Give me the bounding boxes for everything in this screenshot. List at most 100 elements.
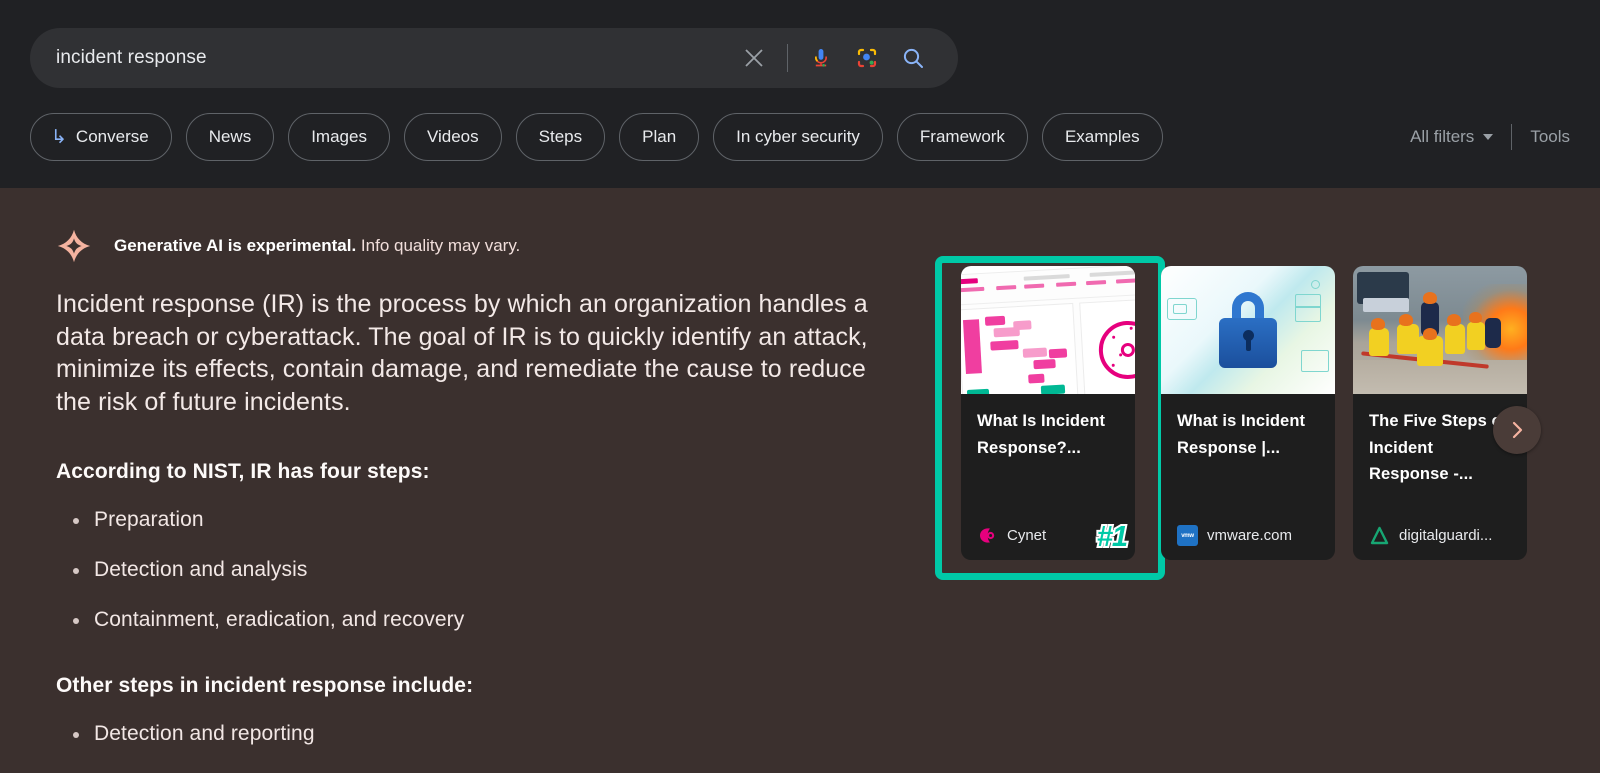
card-source: vmw vmware.com xyxy=(1177,525,1292,546)
chip-label: Examples xyxy=(1064,127,1140,146)
dash-col xyxy=(996,285,1017,291)
lens-glyph xyxy=(857,48,877,68)
photo-helmet xyxy=(1423,292,1437,304)
photo-firefighter-dark xyxy=(1485,318,1501,348)
search-actions xyxy=(731,35,958,81)
photo-helmet xyxy=(1469,312,1482,323)
vmware-logo-icon: vmw xyxy=(1177,525,1198,546)
photo-truck-side xyxy=(1363,298,1409,312)
photo-firefighter xyxy=(1445,324,1465,354)
other-steps-list: Detection and reporting Triage and analy… xyxy=(56,722,901,773)
source-card-vmware[interactable]: What is Incident Response |... vmw vmwar… xyxy=(1161,266,1335,560)
chip-videos[interactable]: Videos xyxy=(403,113,502,161)
rank-badge: #1 xyxy=(1095,521,1130,554)
deco-server xyxy=(1295,294,1321,322)
photo-helmet xyxy=(1447,314,1461,326)
dash-bigbar xyxy=(962,319,982,375)
chevron-down-icon xyxy=(1483,134,1494,140)
nist-steps-list: Preparation Detection and analysis Conta… xyxy=(56,508,901,632)
ai-subheading-nist: According to NIST, IR has four steps: xyxy=(56,460,430,483)
dash-node xyxy=(1013,320,1032,331)
chip-framework[interactable]: Framework xyxy=(896,113,1028,161)
microphone-icon[interactable] xyxy=(798,35,844,81)
chip-converse[interactable]: ↳ Converse xyxy=(30,113,172,161)
search-bar[interactable] xyxy=(30,28,958,88)
padlock-keyhole-stem xyxy=(1246,338,1251,351)
dash-node xyxy=(1028,373,1045,384)
list-item: Preparation xyxy=(56,508,901,532)
clear-icon[interactable] xyxy=(731,35,777,81)
microphone-glyph xyxy=(815,49,827,67)
chip-label: Images xyxy=(311,127,367,146)
card-body: What is Incident Response |... vmw vmwar… xyxy=(1161,394,1335,560)
card-source-name: vmware.com xyxy=(1207,527,1293,544)
deco-heart-box xyxy=(1173,304,1187,314)
photo-firefighter xyxy=(1397,324,1419,354)
chip-label: Steps xyxy=(538,127,583,146)
dash-col xyxy=(1024,283,1045,289)
dash-title xyxy=(1089,270,1135,277)
close-x-glyph xyxy=(745,49,763,67)
ai-answer-body: Incident response (IR) is the process by… xyxy=(56,288,901,773)
list-item: Detection and reporting xyxy=(56,722,901,746)
tools-button[interactable]: Tools xyxy=(1512,127,1570,147)
cynet-glyph xyxy=(980,528,995,543)
triangle-glyph xyxy=(1370,526,1389,545)
dash-node xyxy=(1033,359,1056,370)
google-lens-icon[interactable] xyxy=(844,35,890,81)
chip-images[interactable]: Images xyxy=(288,113,390,161)
divider xyxy=(787,44,788,72)
card-thumbnail xyxy=(1161,266,1335,394)
chip-label: Videos xyxy=(426,127,479,146)
sparkle-icon xyxy=(57,229,91,263)
card-thumbnail xyxy=(1353,266,1527,394)
deco-line xyxy=(1295,306,1321,308)
chip-label: Plan xyxy=(642,127,677,146)
card-body: What Is Incident Response?... Cynet #1 xyxy=(961,394,1135,560)
converse-arrow-icon: ↳ xyxy=(51,126,67,148)
photo-firefighter xyxy=(1369,328,1389,356)
all-filters-button[interactable]: All filters xyxy=(1410,127,1511,147)
deco-db xyxy=(1301,350,1329,372)
digital-guardian-logo-icon xyxy=(1369,525,1390,546)
search-header: ↳ Converse News Images Videos Steps Plan… xyxy=(0,0,1600,188)
chip-label: News xyxy=(208,127,252,146)
source-card-cynet[interactable]: What Is Incident Response?... Cynet #1 xyxy=(961,266,1135,560)
dash-title xyxy=(1023,274,1070,281)
photo-firefighter xyxy=(1467,322,1485,350)
next-arrow-button[interactable] xyxy=(1493,406,1541,454)
card-source: digitalguardi... xyxy=(1369,525,1492,546)
vmware-wordmark: vmw xyxy=(1181,532,1194,539)
header-right-controls: All filters Tools xyxy=(1410,124,1600,150)
search-input[interactable] xyxy=(30,47,731,69)
chip-in-cyber-security[interactable]: In cyber security xyxy=(713,113,883,161)
dash-col xyxy=(961,286,985,293)
card-title: What is Incident Response |... xyxy=(1177,412,1306,457)
ai-disclaimer-rest: Info quality may vary. xyxy=(356,236,521,255)
chip-news[interactable]: News xyxy=(185,113,275,161)
chip-label: Converse xyxy=(75,127,149,146)
magnifier-glyph xyxy=(903,48,923,68)
dash-radial-panel xyxy=(1079,298,1135,394)
dash-col xyxy=(1115,278,1135,284)
ai-disclaimer: Generative AI is experimental. Info qual… xyxy=(56,228,520,264)
photo-firefighter xyxy=(1417,336,1443,366)
dash-flow-panel xyxy=(961,302,1079,394)
all-filters-label: All filters xyxy=(1410,127,1475,146)
chip-examples[interactable]: Examples xyxy=(1041,113,1163,161)
card-source: Cynet xyxy=(977,525,1046,546)
chip-label: In cyber security xyxy=(736,127,860,146)
dash-dot xyxy=(1111,363,1115,367)
chip-steps[interactable]: Steps xyxy=(515,113,606,161)
dash-dot xyxy=(1129,326,1133,330)
card-title: The Five Steps of Incident Response -... xyxy=(1369,412,1508,483)
dash-node xyxy=(990,340,1019,351)
dash-node xyxy=(1048,348,1068,359)
dash-col xyxy=(1056,281,1077,287)
chip-plan[interactable]: Plan xyxy=(619,113,700,161)
photo-helmet xyxy=(1399,314,1413,326)
ai-disclaimer-text: Generative AI is experimental. Info qual… xyxy=(114,236,520,256)
search-icon[interactable] xyxy=(890,35,936,81)
dash-header xyxy=(961,266,1135,306)
cynet-logo-icon xyxy=(977,525,998,546)
